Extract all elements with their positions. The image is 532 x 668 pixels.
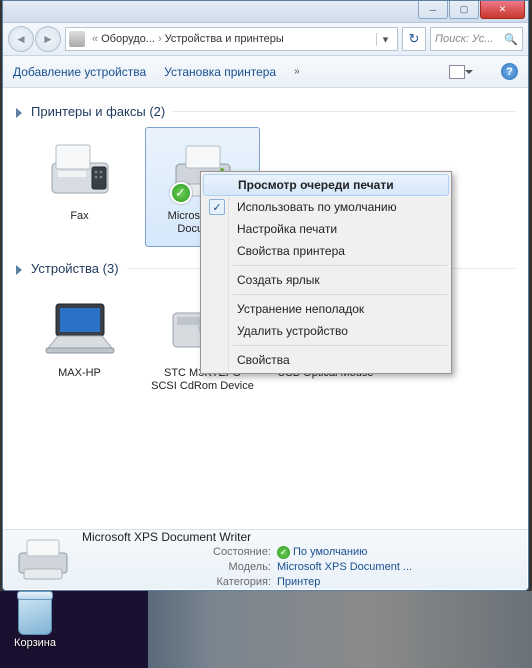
details-pane: Microsoft XPS Document Writer Состояние:… [4, 529, 527, 589]
nav-buttons: ◄ ► [8, 26, 61, 52]
details-key-model: Модель: [82, 560, 277, 575]
printer-icon [12, 535, 74, 585]
details-title: Microsoft XPS Document Writer [82, 530, 519, 544]
details-val-model: Microsoft XPS Document ... [277, 560, 412, 575]
search-icon[interactable]: 🔍 [504, 33, 518, 46]
menu-remove[interactable]: Удалить устройство [203, 320, 449, 342]
menu-separator [233, 345, 447, 346]
group-title: Принтеры и факсы [31, 104, 146, 119]
recycle-bin[interactable]: Корзина [5, 595, 65, 649]
close-button[interactable]: ✕ [480, 1, 525, 19]
forward-button[interactable]: ► [35, 26, 61, 52]
context-menu: Просмотр очереди печати ✓ Использовать п… [200, 171, 452, 374]
minimize-button[interactable]: ─ [418, 1, 448, 19]
group-count: (2) [149, 104, 165, 119]
desktop[interactable]: Корзина [0, 591, 532, 668]
fax-icon [41, 134, 119, 208]
menu-separator [233, 294, 447, 295]
help-button[interactable]: ? [501, 63, 518, 80]
menu-open-queue[interactable]: Просмотр очереди печати [203, 174, 449, 196]
collapse-icon [16, 108, 27, 118]
menu-print-setup[interactable]: Настройка печати [203, 218, 449, 240]
back-button[interactable]: ◄ [8, 26, 34, 52]
address-bar: ◄ ► « Оборудо... › Устройства и принтеры… [3, 23, 528, 56]
install-printer-link[interactable]: Установка принтера [164, 65, 276, 79]
details-val-state: ✓ По умолчанию [277, 545, 367, 560]
device-item-fax[interactable]: Fax [22, 127, 137, 247]
item-label: MAX-HP [58, 367, 101, 380]
explorer-window: ─ ▢ ✕ ◄ ► « Оборудо... › Устройства и пр… [2, 0, 529, 591]
chevron-icon: › [155, 33, 165, 45]
menu-separator [233, 265, 447, 266]
check-icon: ✓ [277, 546, 290, 559]
menu-set-default[interactable]: ✓ Использовать по умолчанию [203, 196, 449, 218]
view-options-button[interactable] [449, 65, 465, 79]
item-label: Fax [70, 210, 88, 223]
command-bar: Добавление устройства Установка принтера… [3, 56, 528, 88]
search-placeholder: Поиск: Ус... [435, 33, 493, 45]
menu-properties[interactable]: Свойства [203, 349, 449, 371]
titlebar: ─ ▢ ✕ [3, 1, 528, 23]
menu-printer-props[interactable]: Свойства принтера [203, 240, 449, 262]
details-val-category: Принтер [277, 575, 320, 590]
collapse-icon [16, 265, 27, 275]
location-icon [69, 31, 85, 47]
refresh-button[interactable]: ↻ [402, 27, 426, 51]
search-input[interactable]: Поиск: Ус... 🔍 [430, 27, 523, 51]
details-key-category: Категория: [82, 575, 277, 590]
add-device-link[interactable]: Добавление устройства [13, 65, 146, 79]
group-header-printers[interactable]: Принтеры и факсы (2) [16, 104, 515, 119]
breadcrumb[interactable]: « Оборудо... › Устройства и принтеры ▾ [65, 27, 398, 51]
menu-create-shortcut[interactable]: Создать ярлык [203, 269, 449, 291]
laptop-icon [41, 291, 119, 365]
breadcrumb-seg[interactable]: Оборудо... [101, 33, 155, 45]
recycle-bin-label: Корзина [14, 637, 56, 649]
breadcrumb-seg[interactable]: Устройства и принтеры [165, 33, 284, 45]
check-icon: ✓ [209, 199, 225, 215]
more-commands[interactable]: » [294, 66, 300, 77]
breadcrumb-dropdown[interactable]: ▾ [376, 33, 394, 46]
group-title: Устройства [31, 261, 99, 276]
maximize-button[interactable]: ▢ [449, 1, 479, 19]
group-count: (3) [103, 261, 119, 276]
default-badge-icon: ✓ [170, 182, 192, 204]
chevron-icon: « [89, 33, 101, 45]
menu-troubleshoot[interactable]: Устранение неполадок [203, 298, 449, 320]
recycle-bin-icon [18, 595, 52, 635]
device-item-laptop[interactable]: MAX-HP [22, 284, 137, 404]
details-key-state: Состояние: [82, 545, 277, 560]
